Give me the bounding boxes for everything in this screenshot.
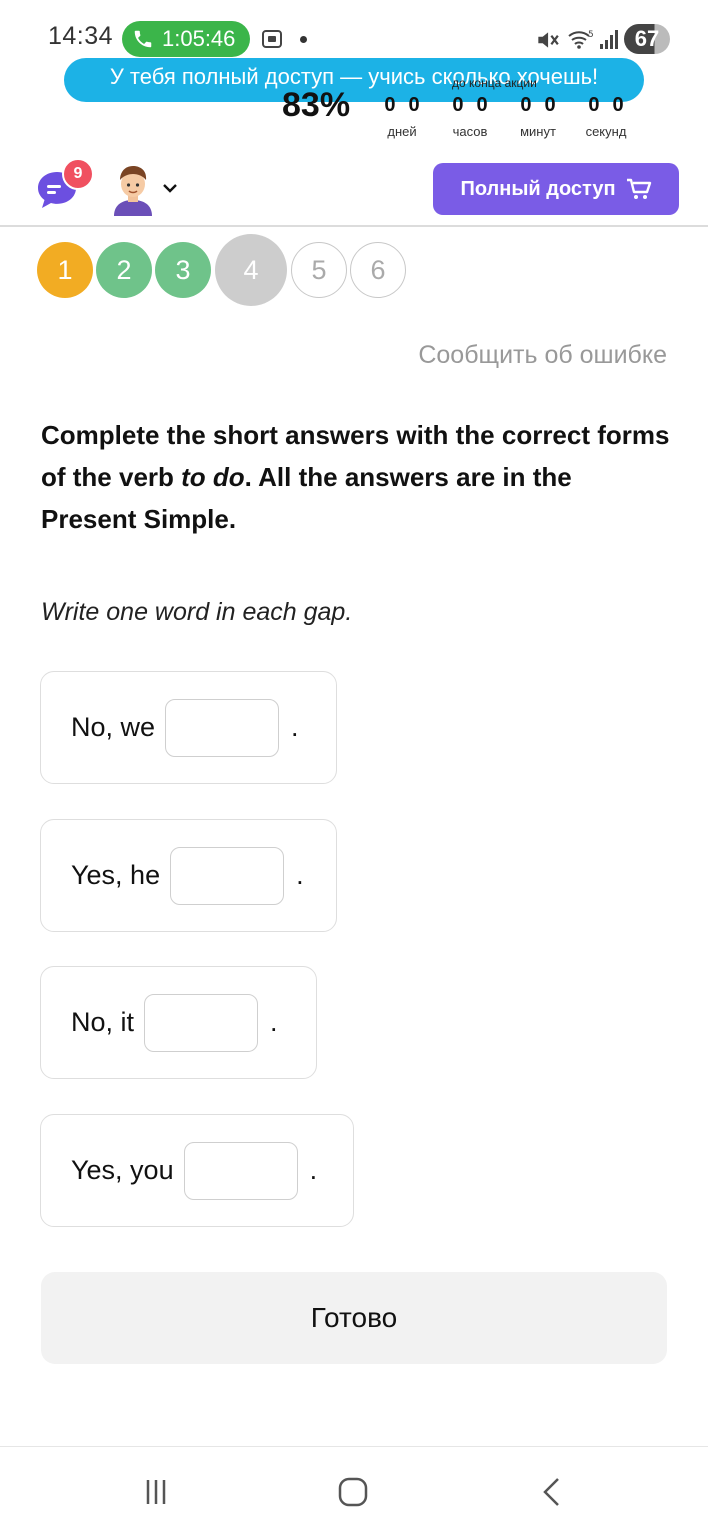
step-4[interactable]: 4 [215,234,287,306]
back-icon [543,1478,559,1506]
answer-prefix: Yes, he [71,860,161,890]
timer-label: секунд [585,124,627,139]
step-3[interactable]: 3 [155,242,211,298]
home-icon [338,1477,368,1507]
step-6[interactable]: 6 [350,242,406,298]
back-button[interactable] [530,1470,574,1514]
step-label: 4 [243,254,259,285]
answer-suffix: . [296,860,304,890]
avatar[interactable] [110,162,156,216]
timer-value: 00 [588,94,637,116]
timer-minutes: 00 минут [503,94,573,139]
notification-dot [300,36,307,43]
answer-card: No, we . [40,671,337,784]
recent-apps-button[interactable] [134,1470,178,1514]
answer-card: Yes, he . [40,819,337,932]
answer-card: No, it . [40,966,317,1079]
cart-icon [626,178,651,199]
timer-caption: до конца акции [452,76,537,90]
discount-percent: 83% [282,86,351,124]
answer-input[interactable] [165,698,280,757]
step-5[interactable]: 5 [291,242,347,298]
wifi-icon: 5 [568,30,594,49]
battery-level: 67 [634,26,660,51]
battery-icon: 67 [624,24,670,54]
timer-value: 00 [452,94,501,116]
mute-icon [538,32,559,48]
answer-prefix: Yes, you [71,1155,174,1185]
timer-label: часов [452,124,488,139]
step-label: 3 [175,254,191,285]
full-access-label: Полный доступ [460,177,616,200]
exercise-hint: Write one word in each gap. [41,598,353,626]
answer-input[interactable] [144,993,259,1052]
signal-icon [600,30,618,49]
answer-prefix: No, it [71,1007,135,1037]
home-button[interactable] [331,1470,375,1514]
step-label: 5 [311,254,327,285]
answer-suffix: . [309,1155,318,1185]
screen-record-icon [262,30,282,48]
answer-card: Yes, you . [40,1114,354,1227]
status-bar: 14:34 1:05:46 5 67 [0,0,708,64]
report-error-link[interactable]: Сообщить об ошибке [418,341,667,370]
timer-hours: 00 часов [435,94,505,139]
step-1[interactable]: 1 [37,242,93,298]
recent-apps-icon [146,1480,166,1504]
answer-prefix: No, we [71,712,156,742]
timer-label: минут [520,124,556,139]
chevron-down-icon[interactable] [162,182,178,194]
header-divider [0,225,708,227]
timer-days: 00 дней [367,94,437,139]
step-2[interactable]: 2 [96,242,152,298]
full-access-button[interactable]: Полный доступ [433,163,679,215]
notification-badge: 9 [62,158,94,190]
call-timer: 1:05:46 [162,26,236,51]
answer-suffix: . [291,712,299,742]
phone-icon [134,30,152,48]
nav-divider [0,1446,708,1447]
exercise-instructions: Complete the short answers with the corr… [41,420,670,534]
timer-seconds: 00 секунд [571,94,641,139]
timer-value: 00 [520,94,569,116]
timer-label: дней [387,124,417,139]
done-button[interactable]: Готово [41,1272,667,1364]
step-label: 6 [370,254,386,285]
notification-count: 9 [73,165,83,182]
step-label: 1 [57,254,73,285]
answer-input[interactable] [183,1141,298,1200]
ongoing-call-pill[interactable]: 1:05:46 [122,21,250,57]
step-label: 2 [116,254,132,285]
status-time: 14:34 [48,22,114,50]
verb-emphasis: to do [181,462,245,492]
timer-value: 00 [384,94,433,116]
answer-suffix: . [270,1007,278,1037]
svg-text:5: 5 [588,30,594,40]
answer-input[interactable] [170,846,285,905]
